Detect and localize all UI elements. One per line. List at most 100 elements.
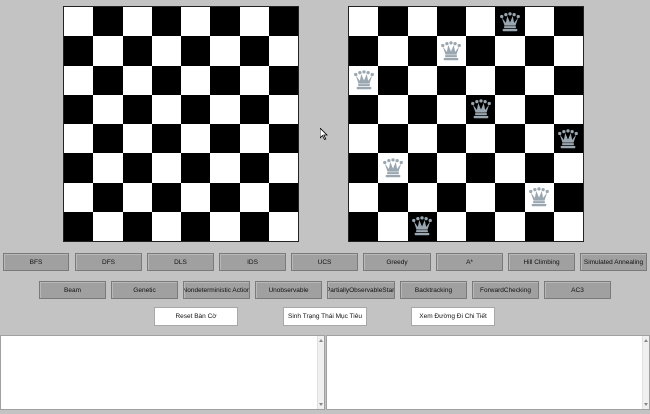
board-square[interactable] (181, 124, 211, 154)
board-square[interactable] (349, 36, 379, 66)
nondeterministic-action-button[interactable]: Nondeterministic Action (183, 281, 250, 299)
board-square[interactable] (268, 94, 298, 124)
board-square[interactable] (151, 65, 181, 95)
board-square[interactable] (407, 36, 437, 66)
board-square[interactable] (268, 182, 298, 212)
board-square[interactable] (151, 7, 181, 37)
board-square[interactable] (349, 65, 379, 95)
board-square[interactable] (93, 182, 123, 212)
board-square[interactable] (268, 65, 298, 95)
board-square[interactable] (495, 65, 525, 95)
astar-button[interactable]: A* (436, 253, 503, 271)
board-square[interactable] (466, 65, 496, 95)
board-square[interactable] (466, 182, 496, 212)
board-square[interactable] (210, 65, 240, 95)
scroll-down-icon[interactable] (319, 403, 323, 406)
scroll-up-icon[interactable] (644, 339, 648, 342)
board-square[interactable] (268, 36, 298, 66)
board-square[interactable] (210, 124, 240, 154)
board-square[interactable] (349, 182, 379, 212)
board-square[interactable] (436, 124, 466, 154)
generate-goal-state-button[interactable]: Sinh Trạng Thái Mục Tiêu (283, 307, 367, 326)
board-square[interactable] (210, 36, 240, 66)
board-square[interactable] (210, 211, 240, 241)
board-square[interactable] (378, 211, 408, 241)
board-square[interactable] (524, 153, 554, 183)
board-square[interactable] (466, 124, 496, 154)
board-square[interactable] (524, 211, 554, 241)
board-square[interactable] (378, 94, 408, 124)
board-square[interactable] (407, 211, 437, 241)
board-square[interactable] (122, 36, 152, 66)
board-square[interactable] (239, 153, 269, 183)
board-square[interactable] (436, 94, 466, 124)
board-square[interactable] (524, 36, 554, 66)
board-square[interactable] (349, 94, 379, 124)
board-square[interactable] (436, 36, 466, 66)
board-square[interactable] (436, 211, 466, 241)
board-square[interactable] (407, 182, 437, 212)
board-square[interactable] (122, 7, 152, 37)
board-square[interactable] (151, 124, 181, 154)
beam-button[interactable]: Beam (39, 281, 106, 299)
output-textbox-left[interactable] (0, 335, 325, 410)
bfs-button[interactable]: BFS (3, 253, 69, 271)
board-square[interactable] (122, 124, 152, 154)
board-square[interactable] (210, 94, 240, 124)
board-square[interactable] (378, 7, 408, 37)
board-square[interactable] (210, 153, 240, 183)
board-square[interactable] (64, 36, 94, 66)
board-square[interactable] (122, 182, 152, 212)
board-square[interactable] (553, 124, 583, 154)
board-square[interactable] (93, 124, 123, 154)
board-square[interactable] (122, 211, 152, 241)
board-square[interactable] (524, 65, 554, 95)
board-square[interactable] (436, 153, 466, 183)
view-path-detail-button[interactable]: Xem Đường Đi Chi Tiết (411, 307, 495, 326)
output-right-scrollbar[interactable] (642, 336, 649, 409)
board-square[interactable] (181, 65, 211, 95)
board-square[interactable] (349, 211, 379, 241)
board-square[interactable] (93, 65, 123, 95)
board-square[interactable] (151, 182, 181, 212)
genetic-button[interactable]: Genetic (111, 281, 178, 299)
board-square[interactable] (495, 211, 525, 241)
board-square[interactable] (378, 124, 408, 154)
dls-button[interactable]: DLS (147, 253, 214, 271)
board-square[interactable] (553, 94, 583, 124)
board-square[interactable] (349, 153, 379, 183)
board-square[interactable] (151, 36, 181, 66)
board-square[interactable] (466, 211, 496, 241)
board-square[interactable] (466, 7, 496, 37)
board-square[interactable] (181, 153, 211, 183)
board-square[interactable] (268, 7, 298, 37)
board-square[interactable] (407, 153, 437, 183)
output-textbox-right[interactable] (326, 335, 650, 410)
board-square[interactable] (378, 65, 408, 95)
board-square[interactable] (378, 153, 408, 183)
board-square[interactable] (349, 7, 379, 37)
board-square[interactable] (151, 153, 181, 183)
unobservable-button[interactable]: Unobservable (255, 281, 322, 299)
board-square[interactable] (553, 153, 583, 183)
dfs-button[interactable]: DFS (75, 253, 142, 271)
board-square[interactable] (64, 94, 94, 124)
board-square[interactable] (239, 36, 269, 66)
board-square[interactable] (181, 94, 211, 124)
board-square[interactable] (524, 182, 554, 212)
board-square[interactable] (93, 36, 123, 66)
board-square[interactable] (495, 94, 525, 124)
forward-checking-button[interactable]: ForwardChecking (472, 281, 539, 299)
ac3-button[interactable]: AC3 (544, 281, 611, 299)
board-square[interactable] (210, 7, 240, 37)
board-square[interactable] (93, 153, 123, 183)
board-square[interactable] (122, 65, 152, 95)
board-square[interactable] (466, 36, 496, 66)
board-square[interactable] (436, 182, 466, 212)
board-square[interactable] (122, 153, 152, 183)
board-square[interactable] (239, 65, 269, 95)
board-square[interactable] (268, 124, 298, 154)
board-square[interactable] (378, 36, 408, 66)
board-square[interactable] (64, 65, 94, 95)
board-square[interactable] (239, 182, 269, 212)
